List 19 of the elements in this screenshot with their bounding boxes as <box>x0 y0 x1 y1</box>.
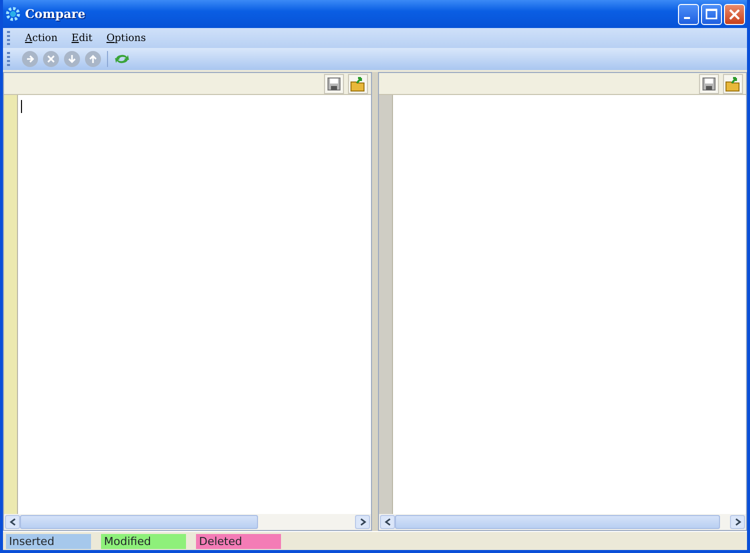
legend-label: Deleted <box>196 534 281 548</box>
scroll-left-icon[interactable] <box>5 515 20 529</box>
save-icon[interactable] <box>324 74 344 94</box>
legend-label: Modified <box>101 534 186 548</box>
scroll-right-icon[interactable] <box>355 515 370 529</box>
scroll-right-icon[interactable] <box>730 515 745 529</box>
gear-icon <box>5 6 21 22</box>
scrollbar-thumb[interactable] <box>395 515 720 529</box>
menu-item[interactable]: Edit <box>64 30 100 46</box>
open-folder-icon[interactable] <box>723 74 743 94</box>
menu-item[interactable]: Action <box>18 30 65 46</box>
scrollbar-thumb[interactable] <box>20 515 258 529</box>
window-title: Compare <box>25 6 86 23</box>
save-icon[interactable] <box>699 74 719 94</box>
menu-item[interactable]: Options <box>99 30 153 46</box>
scroll-left-icon[interactable] <box>380 515 395 529</box>
text-cursor <box>21 100 22 113</box>
open-folder-icon[interactable] <box>348 74 368 94</box>
legend-label: Inserted <box>6 534 91 548</box>
